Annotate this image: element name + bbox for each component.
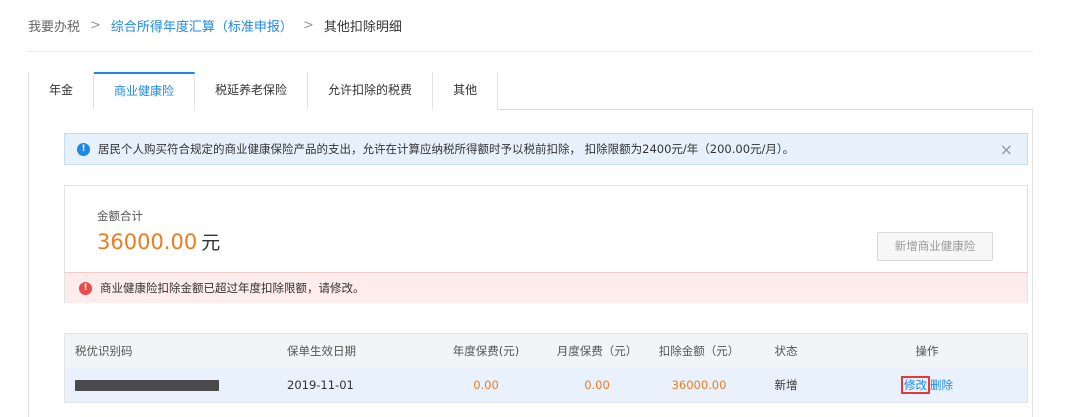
breadcrumb-annual-settlement[interactable]: 综合所得年度汇算（标准申报）: [111, 16, 293, 35]
tab-bar: 年金 商业健康险 税延养老保险 允许扣除的税费 其他: [28, 72, 1033, 111]
info-text: 居民个人购买符合规定的商业健康保险产品的支出，允许在计算应纳税所得额时予以税前扣…: [98, 142, 795, 156]
total-amount: 36000.00 元: [97, 228, 220, 255]
close-icon[interactable]: ×: [1000, 140, 1013, 159]
tab-deductible-taxes[interactable]: 允许扣除的税费: [308, 72, 434, 110]
effective-date-cell: 2019-11-01: [287, 378, 354, 392]
error-banner: ! 商业健康险扣除金额已超过年度扣除限额，请修改。: [65, 272, 1027, 303]
tab-other[interactable]: 其他: [433, 72, 499, 110]
breadcrumb: 我要办税 > 综合所得年度汇算（标准申报） > 其他扣除明细: [28, 14, 402, 36]
header-effective-date: 保单生效日期: [287, 344, 356, 358]
divider: [28, 51, 1033, 52]
header-actions: 操作: [915, 344, 939, 358]
header-monthly-premium: 月度保费（元）: [556, 344, 638, 358]
error-text: 商业健康险扣除金额已超过年度扣除限额，请修改。: [100, 281, 365, 295]
table-header: 税优识别码 保单生效日期 年度保费(元) 月度保费（元） 扣除金额（元） 状态 …: [65, 334, 1027, 368]
edit-link[interactable]: 修改: [901, 376, 930, 394]
add-health-insurance-button[interactable]: 新增商业健康险: [877, 232, 993, 261]
header-annual-premium: 年度保费(元): [452, 344, 520, 358]
breadcrumb-current: 其他扣除明细: [323, 19, 402, 35]
error-icon: !: [79, 281, 92, 295]
status-cell: 新增: [774, 378, 798, 392]
deduction-table: 税优识别码 保单生效日期 年度保费(元) 月度保费（元） 扣除金额（元） 状态 …: [64, 333, 1028, 403]
total-unit: 元: [201, 232, 221, 254]
header-deduction: 扣除金额（元）: [658, 344, 740, 358]
table-row: 2019-11-01 0.00 0.00 36000.00 新增 修改 删除: [65, 368, 1027, 402]
deduction-cell: 36000.00: [671, 378, 727, 392]
tab-commercial-health-insurance[interactable]: 商业健康险: [94, 72, 196, 111]
monthly-premium-cell: 0.00: [584, 378, 610, 392]
breadcrumb-separator: >: [302, 17, 314, 33]
tab-tax-deferred-pension[interactable]: 税延养老保险: [195, 72, 309, 110]
header-code: 税优识别码: [75, 344, 133, 358]
breadcrumb-separator: >: [90, 17, 101, 33]
summary-card: 金额合计 36000.00 元 新增商业健康险 ! 商业健康险扣除金额已超过年度扣…: [64, 185, 1028, 303]
tab-annuity[interactable]: 年金: [28, 72, 95, 110]
page: 我要办税 > 综合所得年度汇算（标准申报） > 其他扣除明细 年金 商业健康险 …: [0, 0, 1080, 417]
annual-premium-cell: 0.00: [473, 378, 499, 392]
code-cell: [65, 378, 281, 392]
breadcrumb-root[interactable]: 我要办税: [28, 16, 80, 35]
masked-code: [75, 380, 219, 391]
info-banner: ! 居民个人购买符合规定的商业健康保险产品的支出，允许在计算应纳税所得额时予以税…: [64, 133, 1028, 165]
actions-cell: 修改 删除: [827, 376, 1027, 394]
delete-link[interactable]: 删除: [930, 378, 953, 392]
total-label: 金额合计: [97, 209, 143, 223]
total-value: 36000.00: [97, 230, 198, 254]
info-icon: !: [77, 142, 90, 156]
header-status: 状态: [774, 344, 798, 358]
